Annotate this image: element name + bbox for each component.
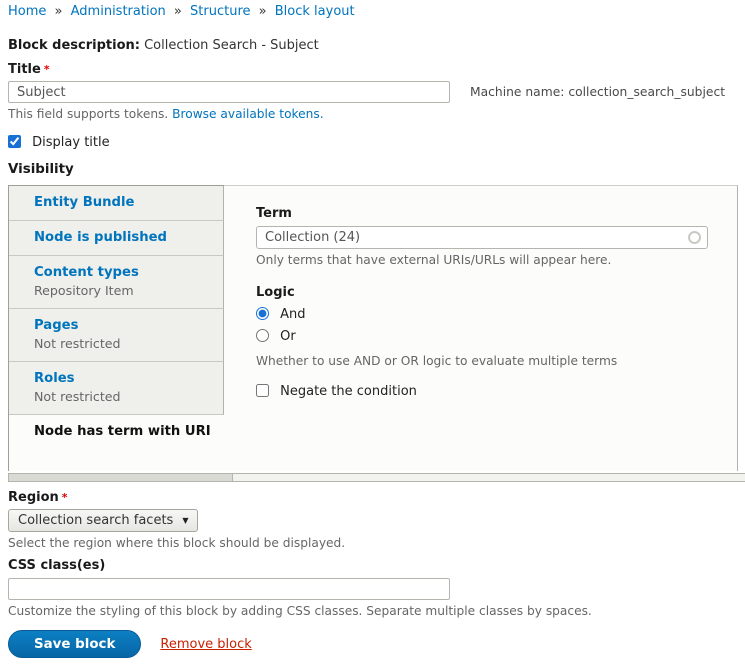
breadcrumb-separator: » <box>55 4 63 19</box>
machine-name-label: Machine name: <box>470 85 564 99</box>
title-label: Title* <box>8 62 745 78</box>
region-label-text: Region <box>8 490 59 505</box>
logic-and-label: And <box>280 307 305 322</box>
tab-label: Roles <box>34 371 213 387</box>
css-classes-label: CSS class(es) <box>8 558 745 574</box>
tab-label: Content types <box>34 265 213 281</box>
breadcrumb-separator: » <box>259 4 267 19</box>
browse-tokens-link[interactable]: Browse available tokens. <box>172 107 323 121</box>
region-label: Region* <box>8 490 745 506</box>
tab-pages[interactable]: Pages Not restricted <box>9 309 224 362</box>
horizontal-scrollbar-thumb[interactable] <box>9 474 233 481</box>
display-title-group: Display title <box>8 135 745 151</box>
term-description: Only terms that have external URIs/URLs … <box>256 253 711 268</box>
logic-description: Whether to use AND or OR logic to evalua… <box>256 354 711 369</box>
horizontal-scrollbar[interactable] <box>8 473 745 482</box>
tab-summary: Not restricted <box>34 336 213 352</box>
title-field-group: Title* Machine name: collection_search_s… <box>8 62 745 122</box>
tab-node-is-published[interactable]: Node is published <box>9 221 224 256</box>
tab-label: Pages <box>34 318 213 334</box>
breadcrumb: Home » Administration » Structure » Bloc… <box>8 3 745 20</box>
breadcrumb-link-home[interactable]: Home <box>8 4 46 19</box>
save-block-button[interactable]: Save block <box>8 630 141 658</box>
negate-condition-label: Negate the condition <box>280 384 417 399</box>
tab-roles[interactable]: Roles Not restricted <box>9 362 224 415</box>
breadcrumb-link-structure[interactable]: Structure <box>190 4 250 19</box>
visibility-tab-panel: Term Only terms that have external URIs/… <box>224 185 738 471</box>
display-title-label: Display title <box>32 135 109 150</box>
logic-and-radio[interactable] <box>256 307 269 320</box>
negate-condition-option[interactable]: Negate the condition <box>256 384 417 399</box>
display-title-option[interactable]: Display title <box>8 135 110 150</box>
breadcrumb-separator: » <box>174 4 182 19</box>
block-description: Block description: Collection Search - S… <box>8 38 745 54</box>
css-classes-input[interactable] <box>8 578 450 600</box>
logic-or-radio[interactable] <box>256 329 269 342</box>
logic-option-and[interactable]: And <box>256 307 306 322</box>
breadcrumb-link-administration[interactable]: Administration <box>71 4 166 19</box>
region-field-group: Region* Collection search facets ▼ Selec… <box>8 490 745 551</box>
tab-summary: Not restricted <box>34 389 213 405</box>
caret-down-icon: ▼ <box>182 516 188 525</box>
tokens-help-text: This field supports tokens. <box>8 107 168 121</box>
tab-content-types[interactable]: Content types Repository Item <box>9 256 224 309</box>
logic-label: Logic <box>256 285 711 301</box>
title-label-text: Title <box>8 62 41 77</box>
tab-entity-bundle[interactable]: Entity Bundle <box>9 186 224 221</box>
tab-label: Node is published <box>34 230 213 246</box>
tab-summary: Repository Item <box>34 283 213 299</box>
logic-option-or-row: Or <box>256 328 711 345</box>
region-description: Select the region where this block shoul… <box>8 536 745 551</box>
term-autocomplete-input[interactable] <box>256 226 708 249</box>
required-marker: * <box>44 63 50 76</box>
breadcrumb-link-block-layout[interactable]: Block layout <box>275 4 355 19</box>
visibility-heading: Visibility <box>8 161 745 178</box>
negate-condition-group: Negate the condition <box>256 384 711 400</box>
remove-block-link[interactable]: Remove block <box>160 637 251 652</box>
title-description: This field supports tokens. Browse avail… <box>8 107 745 122</box>
machine-name-value: collection_search_subject <box>568 85 725 99</box>
tab-label: Node has term with URI <box>34 424 213 440</box>
negate-condition-checkbox[interactable] <box>256 384 269 397</box>
region-select-value: Collection search facets <box>18 513 173 528</box>
form-actions: Save block Remove block <box>8 630 745 658</box>
logic-or-label: Or <box>280 329 296 344</box>
block-description-value: Collection Search - Subject <box>144 38 319 53</box>
tab-node-has-term-with-uri[interactable]: Node has term with URI <box>9 415 224 471</box>
tab-label: Entity Bundle <box>34 195 213 211</box>
logic-option-and-row: And <box>256 306 711 323</box>
css-classes-description: Customize the styling of this block by a… <box>8 604 745 619</box>
block-description-label: Block description: <box>8 38 140 53</box>
title-input[interactable] <box>8 81 450 103</box>
display-title-checkbox[interactable] <box>8 135 21 148</box>
visibility-vertical-tabs: Entity Bundle Node is published Content … <box>8 185 738 471</box>
machine-name: Machine name: collection_search_subject <box>470 85 725 99</box>
visibility-tab-menu: Entity Bundle Node is published Content … <box>8 185 224 471</box>
block-configure-page: Home » Administration » Structure » Bloc… <box>0 0 745 658</box>
region-select[interactable]: Collection search facets ▼ <box>8 509 198 532</box>
logic-option-or[interactable]: Or <box>256 329 296 344</box>
autocomplete-throbber-icon <box>688 231 701 244</box>
css-classes-field-group: CSS class(es) Customize the styling of t… <box>8 558 745 619</box>
required-marker: * <box>62 491 68 504</box>
term-label: Term <box>256 206 711 222</box>
